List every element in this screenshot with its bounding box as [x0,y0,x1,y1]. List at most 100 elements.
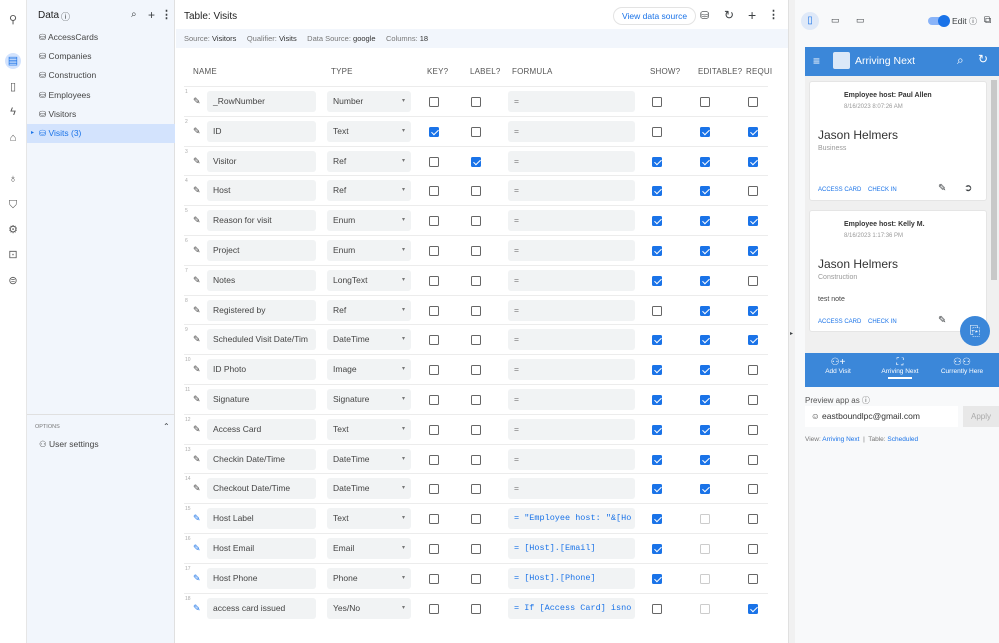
editable-checkbox[interactable] [700,246,710,256]
sidebar-item-table[interactable]: ▸ ⛁ Visits (3) [27,124,175,143]
show-checkbox[interactable] [652,395,662,405]
key-checkbox[interactable] [429,484,439,495]
sidebar-item-table[interactable]: ⛁ Construction [27,66,175,85]
show-checkbox[interactable] [652,97,662,107]
key-checkbox[interactable] [429,216,439,227]
more-icon[interactable]: ⋮ [161,8,172,21]
show-checkbox[interactable] [652,484,662,495]
editable-checkbox[interactable] [700,573,710,584]
edit-pencil-icon[interactable]: ✎ [193,215,201,226]
tablet-view-icon[interactable]: ▭ [831,15,840,26]
edit-pencil-icon[interactable]: ✎ [193,454,201,465]
show-checkbox[interactable] [652,275,662,286]
chevron-up-icon[interactable]: ⌃ [163,422,170,431]
show-checkbox[interactable] [652,424,662,435]
formula-input[interactable]: = [Host].[Email] [508,538,635,559]
editable-checkbox[interactable] [700,484,710,495]
sidebar-item-table[interactable]: ⛁ Companies [27,47,175,66]
visit-card[interactable]: Employee host: Kelly M. 8/16/2023 1:17:3… [809,210,987,332]
require-checkbox[interactable] [748,365,758,376]
column-name-input[interactable]: Checkin Date/Time [207,448,316,470]
user-settings-item[interactable]: ⚇ User settings [39,439,99,450]
require-checkbox[interactable] [748,97,758,107]
column-name-input[interactable]: Reason for visit [207,210,316,232]
key-checkbox[interactable] [429,97,439,107]
expand-icon[interactable]: ▸ [31,124,34,143]
type-select[interactable]: Yes/No ▾ [327,597,411,619]
refresh-icon[interactable]: ↻ [978,52,988,66]
access-card-action[interactable]: ACCESS CARD [818,187,861,193]
key-checkbox[interactable] [429,126,439,137]
label-checkbox[interactable] [471,246,481,256]
require-checkbox[interactable] [748,216,758,227]
refresh-icon[interactable]: ↻ [724,8,734,22]
column-name-input[interactable]: Host Phone [207,567,316,589]
edit-pencil-icon[interactable]: ✎ [193,394,201,405]
formula-input[interactable]: = [508,240,635,261]
editable-checkbox[interactable] [700,395,710,405]
show-checkbox[interactable] [652,365,662,376]
formula-input[interactable]: = [508,448,635,470]
type-select[interactable]: Email ▾ [327,538,411,559]
label-checkbox[interactable] [471,544,481,554]
view-data-source-button[interactable]: View data source [613,7,697,25]
search-icon[interactable]: ⌕ [957,53,964,68]
sidebar-item-table[interactable]: ⛁ Visitors [27,105,175,124]
add-icon[interactable]: + [148,8,155,22]
editable-checkbox[interactable] [700,603,710,614]
formula-input[interactable]: = [508,299,635,321]
desktop-view-icon[interactable]: ▭ [856,15,865,26]
column-name-input[interactable]: Checkout Date/Time [207,478,316,500]
require-checkbox[interactable] [748,156,758,167]
label-checkbox[interactable] [471,424,481,435]
preview-email-input[interactable]: ☺ eastboundlpc@gmail.com [805,406,958,427]
column-name-input[interactable]: Visitor [207,150,316,172]
key-checkbox[interactable] [429,573,439,584]
nav-add-visit[interactable]: ⚇+ Add Visit [805,357,871,375]
show-checkbox[interactable] [652,514,662,525]
formula-input[interactable]: = [508,120,635,142]
key-checkbox[interactable] [429,395,439,405]
add-column-icon[interactable]: + [748,7,756,23]
apply-button[interactable]: Apply [963,406,999,427]
type-select[interactable]: Text ▾ [327,120,411,142]
visit-card[interactable]: Employee host: Paul Allen 8/16/2023 8:07… [809,81,987,201]
require-checkbox[interactable] [748,544,758,554]
show-checkbox[interactable] [652,335,662,346]
edit-pencil-icon[interactable]: ✎ [193,364,201,375]
edit-pencil-icon[interactable]: ✎ [193,185,201,196]
chevron-circle-icon[interactable]: ➲ [964,183,972,194]
automation-icon[interactable]: ϟ [5,104,21,120]
label-checkbox[interactable] [471,186,481,197]
show-checkbox[interactable] [652,186,662,197]
require-checkbox[interactable] [748,395,758,405]
require-checkbox[interactable] [748,454,758,465]
info-icon[interactable]: ⓘ [61,10,70,23]
key-checkbox[interactable] [429,275,439,286]
settings-icon[interactable]: ⚙ [5,222,21,238]
column-name-input[interactable]: Project [207,240,316,261]
checkout-fab[interactable]: ⎘ [960,316,990,346]
label-checkbox[interactable] [471,275,481,286]
key-checkbox[interactable] [429,514,439,525]
require-checkbox[interactable] [748,484,758,495]
formula-input[interactable]: = [508,180,635,202]
edit-pencil-icon[interactable]: ✎ [193,483,201,494]
require-checkbox[interactable] [748,246,758,256]
type-select[interactable]: Phone ▾ [327,567,411,589]
label-checkbox[interactable] [471,305,481,316]
bot-icon[interactable]: ⌂ [5,130,21,146]
monitor-icon[interactable]: ⊡ [5,247,21,263]
require-checkbox[interactable] [748,603,758,614]
type-select[interactable]: Text ▾ [327,508,411,530]
label-checkbox[interactable] [471,454,481,465]
label-checkbox[interactable] [471,335,481,346]
require-checkbox[interactable] [748,186,758,197]
column-name-input[interactable]: Host [207,180,316,202]
type-select[interactable]: Signature ▾ [327,389,411,410]
editable-checkbox[interactable] [700,454,710,465]
label-checkbox[interactable] [471,395,481,405]
type-select[interactable]: Text ▾ [327,418,411,440]
column-name-input[interactable]: ID [207,120,316,142]
type-select[interactable]: Ref ▾ [327,150,411,172]
